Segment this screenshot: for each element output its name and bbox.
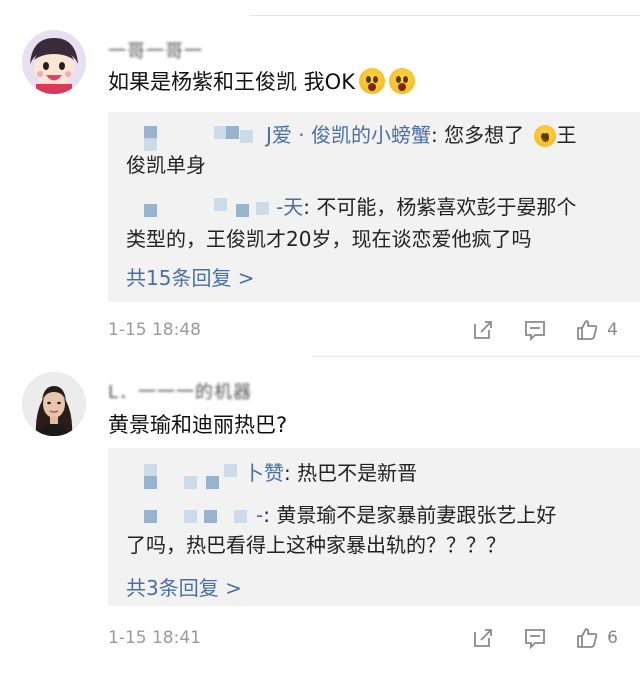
reply-box: J爱 · 俊凯的小螃蟹: 您多想了 王 俊凯单身 -天: 不可能，杨紫喜欢彭于晏… [108,112,640,302]
reply-username[interactable]: -天 [276,195,303,219]
comment-icon[interactable] [523,626,547,650]
comment-text: 如果是杨紫和王俊凯 我OK [108,66,415,96]
reply-username[interactable]: 卜赞 [244,461,284,485]
reply-text-line2: 俊凯单身 [126,153,206,177]
like-count: 4 [607,320,618,340]
blurred-username [126,462,244,489]
reply-username[interactable]: J爱 · 俊凯的小螃蟹 [266,123,431,147]
share-icon[interactable] [471,318,495,342]
thumbs-up-icon[interactable] [575,626,599,650]
reply-item: -天: 不可能，杨紫喜欢彭于晏那个 [126,192,576,222]
blurred-username [126,504,256,530]
more-replies-link[interactable]: 共15条回复 > [126,262,255,291]
reply-item: J爱 · 俊凯的小螃蟹: 您多想了 王 [126,120,577,151]
avatar[interactable] [22,372,86,436]
comment-text: 黄景瑜和迪丽热巴? [108,413,288,437]
reply-item: -: 黄景瑜不是家暴前妻跟张艺上好 [126,500,556,530]
timestamp: 1-15 18:48 [108,320,201,340]
avatar[interactable] [22,30,86,94]
comment-divider [312,356,640,357]
more-replies-link[interactable]: 共3条回复 > [126,572,242,601]
reply-text-line2: 类型的，王俊凯才20岁，现在谈恋爱他疯了吗 [126,227,532,251]
blurred-username [126,196,276,222]
comment-actions: 4 [443,318,618,342]
timestamp: 1-15 18:41 [108,628,201,648]
username[interactable]: L．一一一的机器 [108,378,252,404]
blurred-username [126,124,266,151]
reply-text: : 热巴不是新晋 [284,461,418,485]
comment-item: 一哥一哥一 如果是杨紫和王俊凯 我OK J爱 · 俊凯的小螃蟹: 您多想了 王 … [0,0,640,360]
reply-text-after-emoji: 王 [556,123,577,147]
share-icon[interactable] [471,626,495,650]
reply-text-line2: 了吗，热巴看得上这种家暴出轨的？？？？ [126,533,506,557]
comment-icon[interactable] [523,318,547,342]
thumbs-up-icon[interactable] [575,318,599,342]
reply-box: 卜赞: 热巴不是新晋 -: 黄景瑜不是家暴前妻跟张艺上好 了吗，热巴看得上这种家… [108,448,640,606]
profile-photo-icon [22,372,86,436]
reply-text: : 不可能，杨紫喜欢彭于晏那个 [303,195,577,219]
like-count: 6 [607,628,618,648]
comment-actions: 6 [443,626,618,650]
username[interactable]: 一哥一哥一 [108,37,203,63]
smile-emoji-icon [534,125,557,147]
scream-emoji-icon [388,68,415,94]
reply-text: : 黄景瑜不是家暴前妻跟张艺上好 [263,503,557,527]
comment-text-content: 如果是杨紫和王俊凯 我OK [108,70,355,94]
reply-text: : 您多想了 [430,123,525,147]
scream-emoji-icon [358,68,385,94]
cartoon-avatar-icon [22,30,86,94]
reply-item: 卜赞: 热巴不是新晋 [126,458,418,489]
comment-item: L．一一一的机器 黄景瑜和迪丽热巴? 卜赞: 热巴不是新晋 -: 黄景瑜不是家暴… [0,360,640,679]
